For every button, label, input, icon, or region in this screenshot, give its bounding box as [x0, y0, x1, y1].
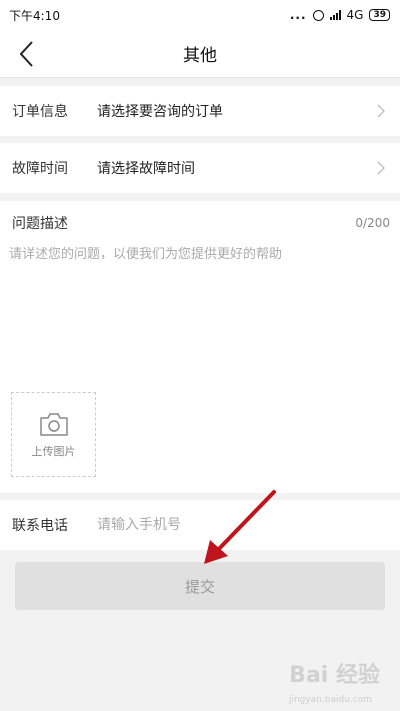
- fault-time-row[interactable]: 故障时间 请选择故障时间: [0, 143, 400, 193]
- character-counter: 0/200: [355, 216, 390, 230]
- upload-image-button[interactable]: 上传图片: [11, 392, 96, 477]
- submit-button[interactable]: 提交: [15, 562, 385, 610]
- baidu-watermark: Bai 经验: [289, 663, 380, 688]
- chevron-right-icon: [374, 161, 388, 175]
- alarm-icon: [312, 9, 324, 21]
- order-info-value: 请选择要咨询的订单: [97, 104, 223, 120]
- description-textarea[interactable]: [9, 243, 387, 383]
- problem-description-section: 问题描述 0/200 上传图片: [0, 201, 400, 493]
- baidu-watermark-url: jingyan.baidu.com: [288, 695, 372, 705]
- fault-time-value: 请选择故障时间: [97, 161, 195, 177]
- back-button[interactable]: [12, 39, 40, 69]
- camera-icon: [39, 412, 68, 436]
- contact-phone-row: 联系电话: [0, 500, 400, 550]
- order-info-label: 订单信息: [12, 104, 68, 120]
- battery-icon: 39: [369, 9, 390, 21]
- upload-image-label: 上传图片: [31, 444, 76, 458]
- status-bar: 下午4:10 ... 4G 39: [0, 0, 400, 30]
- contact-phone-label: 联系电话: [12, 518, 68, 534]
- page-title: 其他: [183, 46, 217, 66]
- chevron-right-icon: [374, 104, 388, 118]
- top-nav-bar: 其他: [0, 30, 400, 78]
- description-header: 问题描述 0/200: [12, 213, 390, 233]
- fault-time-label: 故障时间: [12, 161, 68, 177]
- description-label: 问题描述: [12, 216, 68, 232]
- signal-icon: [329, 10, 341, 20]
- notification-dots-icon: ...: [289, 8, 307, 22]
- status-icons: ... 4G 39: [290, 8, 390, 22]
- chevron-left-icon: [19, 41, 33, 67]
- order-info-row[interactable]: 订单信息 请选择要咨询的订单: [0, 86, 400, 136]
- phone-number-input[interactable]: [97, 517, 388, 533]
- status-time: 下午4:10: [9, 8, 60, 23]
- network-type: 4G: [346, 8, 364, 22]
